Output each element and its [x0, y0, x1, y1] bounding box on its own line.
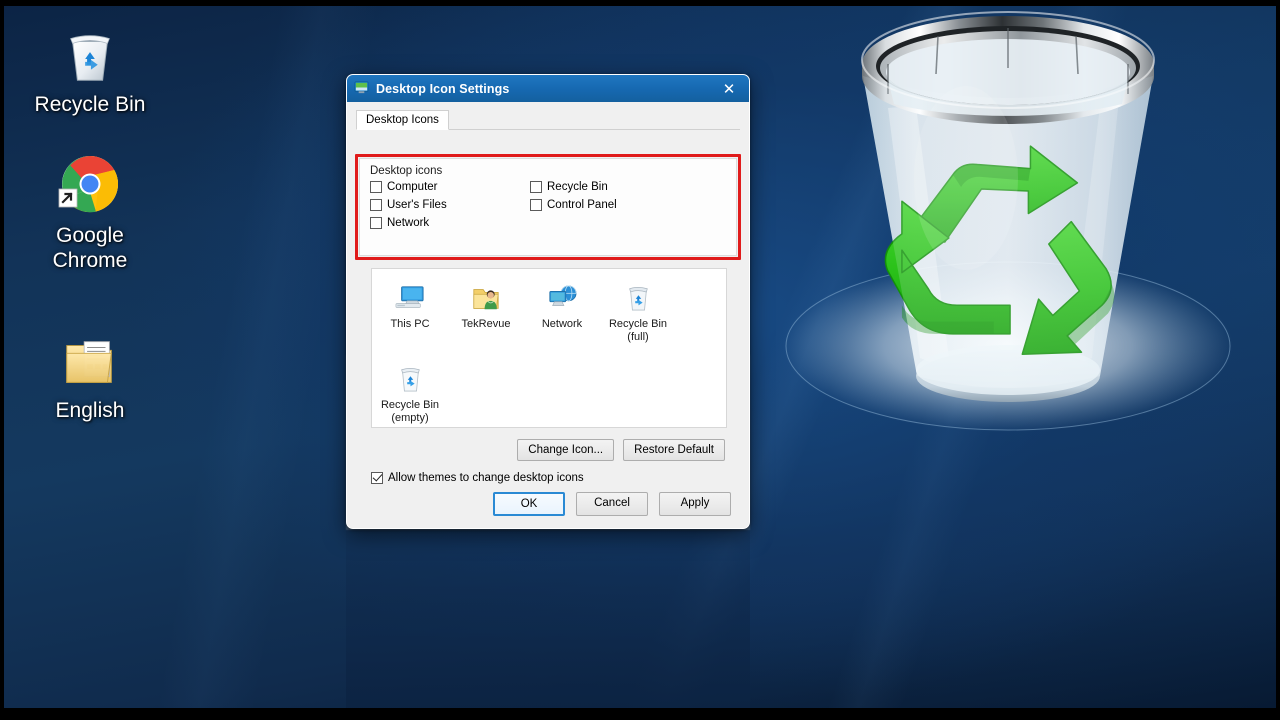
checkbox-box-icon[interactable]	[370, 199, 382, 211]
desktop-icon-settings-dialog: Desktop Icon Settings ✕ Desktop Icons De…	[346, 74, 750, 529]
desktop-display-icon	[354, 80, 369, 98]
checkbox-label: Control Panel	[547, 199, 617, 211]
checkbox-label: Computer	[387, 181, 438, 193]
recycle-bin-empty-icon	[372, 362, 448, 396]
checkbox-box-icon[interactable]	[370, 217, 382, 229]
preview-item-network[interactable]: Network	[524, 277, 600, 344]
letterbox-top	[0, 0, 1280, 6]
checkbox-label: Network	[387, 217, 430, 229]
preview-label-line2: (empty)	[391, 412, 429, 424]
checkbox-box-icon[interactable]	[530, 181, 542, 193]
preview-item-recycle-bin-full[interactable]: Recycle Bin (full)	[600, 277, 676, 344]
preview-item-label: Recycle Bin (full)	[600, 318, 676, 344]
user-folder-icon	[448, 281, 524, 315]
checkbox-network[interactable]: Network	[370, 217, 530, 229]
cancel-button[interactable]: Cancel	[576, 492, 648, 516]
this-pc-icon	[372, 281, 448, 315]
checkbox-allow-themes[interactable]: Allow themes to change desktop icons	[371, 472, 584, 484]
restore-default-button[interactable]: Restore Default	[623, 439, 725, 461]
dialog-body: Desktop Icons Desktop icons Computer Use…	[347, 102, 749, 528]
checkbox-control-panel[interactable]: Control Panel	[530, 199, 690, 211]
desktop-icon-english[interactable]: English	[30, 320, 150, 423]
preview-item-this-pc[interactable]: This PC	[372, 277, 448, 344]
desktop-icon-google-chrome[interactable]: Google Chrome	[30, 145, 150, 273]
apply-button[interactable]: Apply	[659, 492, 731, 516]
checkbox-column-right: Recycle Bin Control Panel	[530, 181, 690, 235]
preview-label-line2: (full)	[627, 331, 649, 343]
icon-preview-row-2: Recycle Bin (empty)	[372, 358, 726, 425]
icon-action-buttons: Change Icon... Restore Default	[347, 439, 749, 461]
preview-label-line1: Recycle Bin	[380, 399, 440, 411]
preview-item-label: Recycle Bin (empty)	[372, 399, 448, 425]
preview-item-recycle-bin-empty[interactable]: Recycle Bin (empty)	[372, 358, 448, 425]
preview-item-label: TekRevue	[461, 318, 511, 330]
letterbox-right	[1276, 0, 1280, 720]
checkbox-box-icon[interactable]	[371, 472, 383, 484]
tab-desktop-icons[interactable]: Desktop Icons	[356, 110, 449, 130]
checkbox-grid: Computer User's Files Network Recycle Bi…	[370, 181, 726, 235]
preview-label-line1: Recycle Bin	[608, 318, 668, 330]
dialog-title: Desktop Icon Settings	[376, 81, 510, 96]
preview-item-label: This PC	[390, 318, 430, 330]
dialog-titlebar: Desktop Icon Settings ✕	[347, 75, 749, 102]
folder-document-icon	[30, 320, 150, 394]
desktop-icons-groupbox: Desktop icons Computer User's Files Netw…	[359, 158, 737, 256]
checkbox-label: Recycle Bin	[547, 181, 608, 193]
letterbox-left	[0, 0, 4, 720]
google-chrome-icon	[30, 145, 150, 219]
desktop-icon-recycle-bin[interactable]: Recycle Bin	[30, 14, 150, 117]
checkbox-column-left: Computer User's Files Network	[370, 181, 530, 235]
recycle-bin-full-icon	[600, 281, 676, 315]
preview-item-tekrevue[interactable]: TekRevue	[448, 277, 524, 344]
recycle-bin-icon	[30, 14, 150, 88]
icon-preview-box: This PC TekRevue Network Recycle Bin (fu…	[371, 268, 727, 428]
close-icon[interactable]: ✕	[709, 75, 749, 102]
desktop-icon-label: Google Chrome	[52, 224, 128, 272]
tab-strip: Desktop Icons	[356, 108, 740, 130]
preview-item-label: Network	[541, 318, 583, 330]
change-icon-button[interactable]: Change Icon...	[517, 439, 615, 461]
ok-button[interactable]: OK	[493, 492, 565, 516]
network-icon	[524, 281, 600, 315]
large-recycle-bin-artwork	[770, 8, 1270, 448]
checkbox-users-files[interactable]: User's Files	[370, 199, 530, 211]
checkbox-computer[interactable]: Computer	[370, 181, 530, 193]
checkbox-label: Allow themes to change desktop icons	[388, 472, 584, 484]
icon-preview-row: This PC TekRevue Network Recycle Bin (fu…	[372, 277, 726, 344]
desktop-icon-label: Recycle Bin	[34, 93, 146, 116]
checkbox-box-icon[interactable]	[370, 181, 382, 193]
dialog-footer-buttons: OK Cancel Apply	[347, 492, 749, 516]
desktop-screen: Recycle Bin Google Chrome English Deskto…	[0, 0, 1280, 720]
checkbox-recycle-bin[interactable]: Recycle Bin	[530, 181, 690, 193]
checkbox-box-icon[interactable]	[530, 199, 542, 211]
desktop-icon-label: English	[55, 399, 125, 422]
groupbox-legend: Desktop icons	[370, 165, 443, 177]
letterbox-bottom	[0, 708, 1280, 720]
checkbox-label: User's Files	[387, 199, 447, 211]
